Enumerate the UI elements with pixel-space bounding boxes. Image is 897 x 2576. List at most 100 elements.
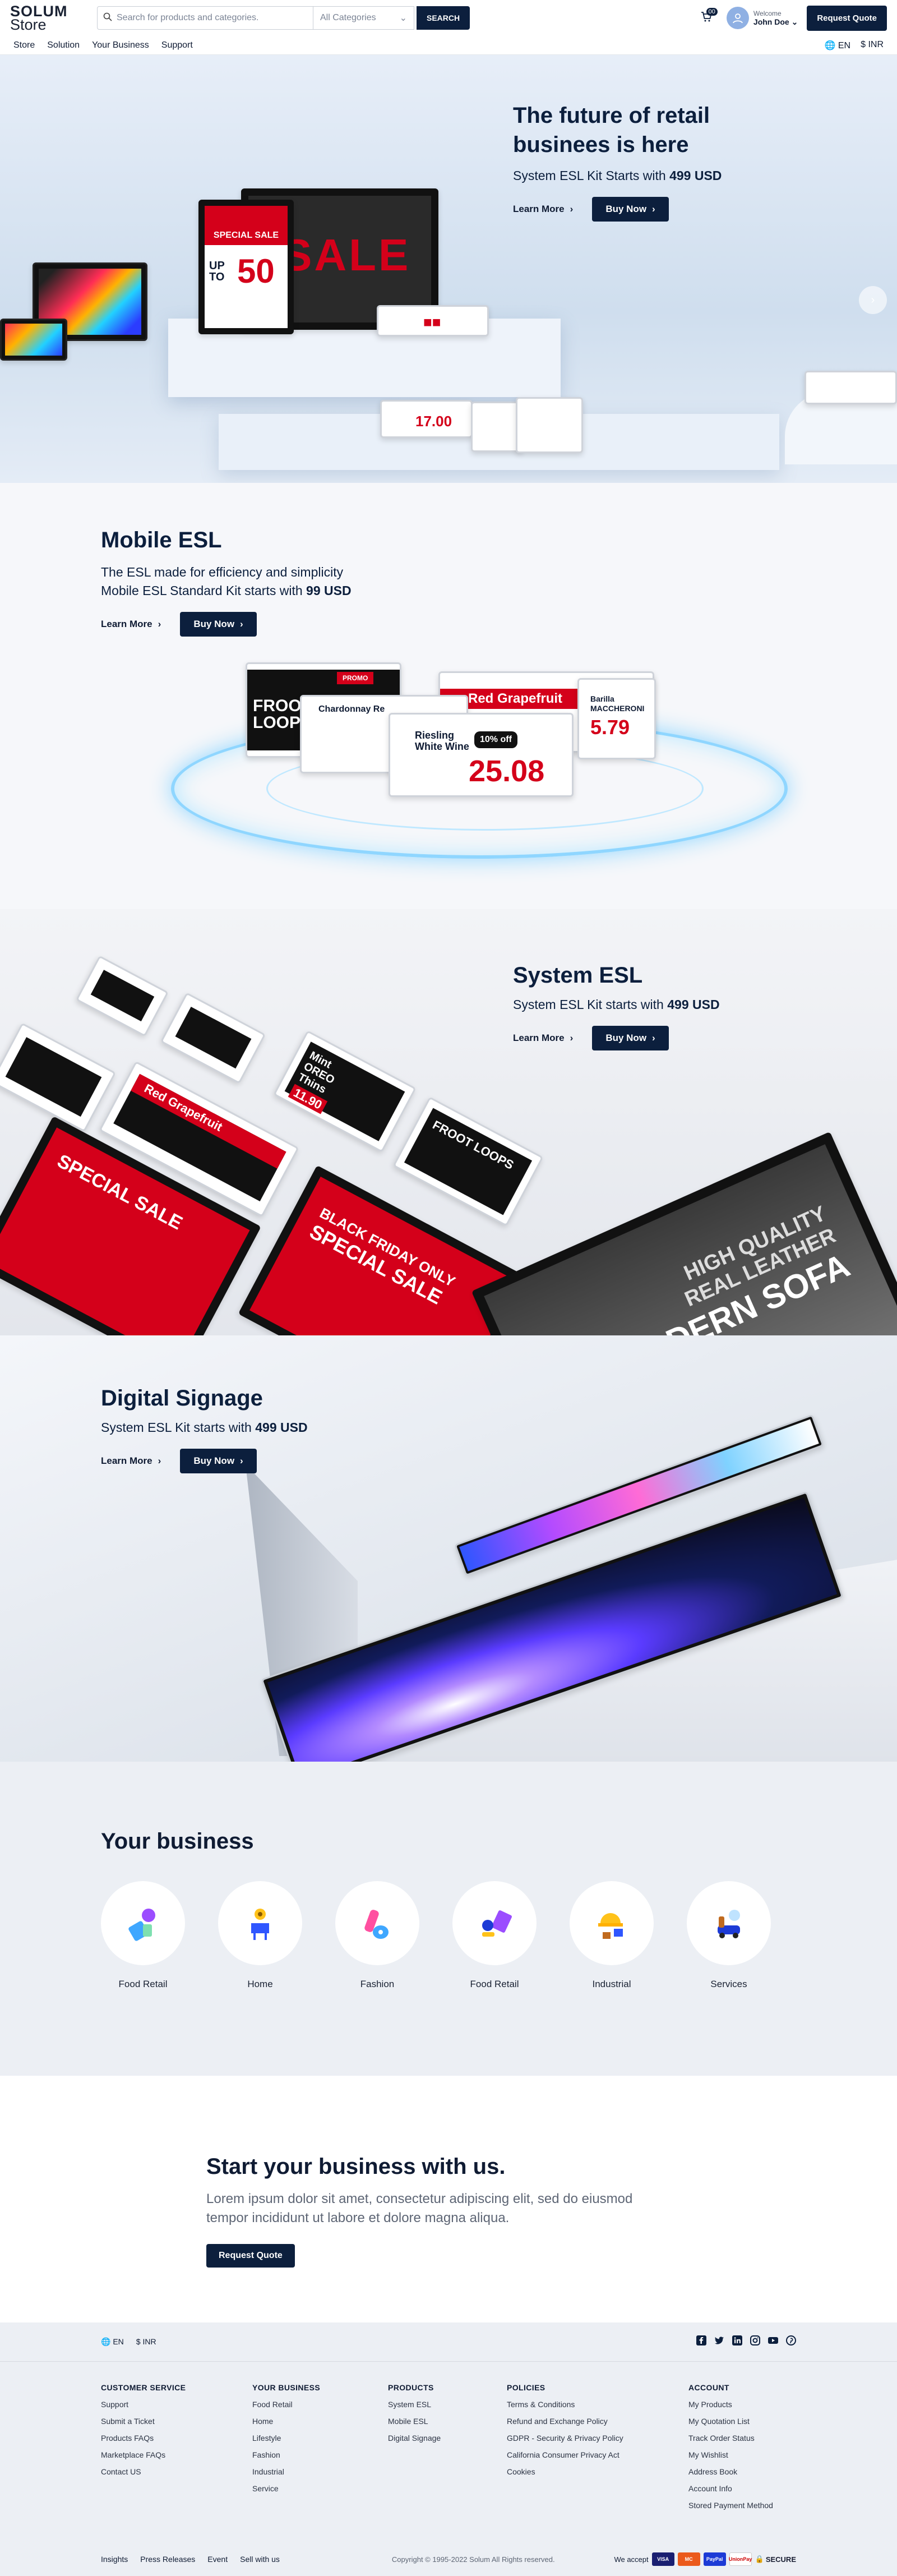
footer: 🌐 EN $ INR Customer Service Support Subm… [0,2322,897,2576]
search-button[interactable]: SEARCH [417,6,470,30]
twitter-icon[interactable] [714,2335,724,2348]
language-selector[interactable]: 🌐 EN [824,40,850,51]
linkedin-icon[interactable] [732,2335,742,2348]
footer-link[interactable]: Track Order Status [688,2434,801,2443]
footer-link[interactable]: Account Info [688,2484,801,2493]
globe-icon: 🌐 [824,40,836,50]
solum-store-logo[interactable]: SOLUM Store [10,3,89,33]
industrial-icon [570,1881,654,1965]
start-request-quote-button[interactable]: Request Quote [206,2244,295,2268]
chevron-right-icon: › [652,204,655,214]
slider-next-button[interactable]: › [859,286,887,314]
footer-link[interactable]: Stored Payment Method [688,2501,801,2510]
instagram-icon[interactable] [750,2335,760,2348]
system-esl-buy-now-button[interactable]: Buy Now › [592,1026,669,1050]
business-card-fashion[interactable]: Fashion [335,1881,419,1990]
footer-link[interactable]: Terms & Conditions [507,2400,688,2409]
nav-item-solution[interactable]: Solution [47,40,80,50]
footer-link[interactable]: Digital Signage [388,2434,507,2443]
system-esl-section: Mint OREO Thins 11.90 Red Grapefruit FRO… [0,909,897,1335]
footer-link[interactable]: Submit a Ticket [101,2417,252,2426]
digital-signage-buy-now-button[interactable]: Buy Now › [180,1449,257,1473]
footer-link[interactable]: Food Retail [252,2400,388,2409]
category-select[interactable]: All Categories ⌄ [313,6,414,30]
business-card-industrial[interactable]: Industrial [570,1881,654,1990]
footer-link[interactable]: System ESL [388,2400,507,2409]
nav-item-store[interactable]: Store [13,40,35,50]
cart-count-badge: 00 [706,8,718,16]
footer-link[interactable]: California Consumer Privacy Act [507,2450,688,2459]
footer-bottom-link[interactable]: Event [207,2555,228,2564]
footer-bottom-link[interactable]: Insights [101,2555,128,2564]
footer-link[interactable]: Industrial [252,2467,388,2476]
footer-link[interactable]: My Quotation List [688,2417,801,2426]
lock-icon: 🔒 [755,2555,764,2563]
hero-special-sale-display: SPECIAL SALE UP TO 50 [198,200,294,334]
nav-item-your-business[interactable]: Your Business [92,40,149,50]
footer-col-policies: Policies Terms & Conditions Refund and E… [507,2383,688,2518]
footer-bottom-link[interactable]: Sell with us [240,2555,280,2564]
footer-link[interactable]: Lifestyle [252,2434,388,2443]
esl-product-4: Red Grapefruit [131,1073,286,1169]
footer-bottom-link[interactable]: Press Releases [140,2555,195,2564]
footer-link[interactable]: Home [252,2417,388,2426]
mobile-esl-section: Mobile ESL The ESL made for efficiency a… [0,483,897,909]
search-bar: Search for products and categories. All … [97,6,470,30]
currency-value: INR [868,39,884,49]
esl-tag-riesling: Riesling White Wine 10% off 25.08 [389,713,574,797]
business-card-food-retail-2[interactable]: Food Retail [452,1881,537,1990]
esl-tag-froot-loops: FROOT LOOPS [392,1096,544,1227]
business-card-services[interactable]: Services [687,1881,771,1990]
footer-language-selector[interactable]: 🌐 EN [101,2337,124,2347]
hero-learn-more-link[interactable]: Learn More › [513,204,573,215]
system-esl-learn-more-link[interactable]: Learn More › [513,1033,573,1044]
nav-item-support[interactable]: Support [161,40,193,50]
footer-link[interactable]: My Wishlist [688,2450,801,2459]
esl-product-1: Riesling White Wine [415,730,469,752]
footer-link[interactable]: Marketplace FAQs [101,2450,252,2459]
footer-link[interactable]: GDPR - Security & Privacy Policy [507,2434,688,2443]
start-body: Lorem ipsum dolor sit amet, consectetur … [206,2191,633,2225]
business-card-food-retail[interactable]: Food Retail [101,1881,185,1990]
footer-link[interactable]: Refund and Exchange Policy [507,2417,688,2426]
top-header: SOLUM Store Search for products and cate… [0,0,897,36]
digital-signage-title: Digital Signage [101,1386,263,1411]
hero-buy-now-button[interactable]: Buy Now › [592,197,669,222]
search-input[interactable]: Search for products and categories. [97,6,313,30]
esl-up-to: UP TO [209,259,225,283]
footer-link[interactable]: Address Book [688,2467,801,2476]
user-menu[interactable]: Welcome John Doe ⌄ [726,7,798,29]
footer-link[interactable]: Service [252,2484,388,2493]
cart-button[interactable]: 00 [695,7,718,29]
hero-price-label: ■■ [377,305,489,337]
globe-icon: 🌐 [101,2337,111,2346]
currency-selector[interactable]: $ INR [861,40,884,51]
logo-line2: Store [10,16,47,33]
mobile-esl-learn-more-link[interactable]: Learn More › [101,619,161,630]
business-card-label: Industrial [592,1979,631,1989]
footer-bottom: Insights Press Releases Event Sell with … [0,2542,897,2576]
digital-signage-learn-more-link[interactable]: Learn More › [101,1455,161,1467]
youtube-icon[interactable] [768,2335,778,2348]
pinterest-icon[interactable] [786,2335,796,2348]
system-esl-title: System ESL [513,963,643,988]
business-card-label: Fashion [360,1979,395,1989]
mobile-esl-buy-now-button[interactable]: Buy Now › [180,611,257,637]
esl-promo: PROMO [337,672,374,684]
business-card-home[interactable]: Home [218,1881,302,1990]
system-esl-copy: System ESL System ESL Kit starts with 49… [513,963,720,1050]
esl-froot-loops: FROOT LOOPS [404,1108,533,1215]
footer-link[interactable]: Cookies [507,2467,688,2476]
payment-methods: We accept VISA MC PayPal UnionPay 🔒 SECUR… [614,2552,796,2566]
footer-currency-selector[interactable]: $ INR [136,2337,156,2347]
facebook-icon[interactable] [696,2335,706,2348]
footer-link[interactable]: Support [101,2400,252,2409]
request-quote-button[interactable]: Request Quote [807,5,887,31]
footer-link[interactable]: Products FAQs [101,2434,252,2443]
footer-link[interactable]: Fashion [252,2450,388,2459]
footer-link[interactable]: Mobile ESL [388,2417,507,2426]
footer-link[interactable]: My Products [688,2400,801,2409]
secure-badge: 🔒 SECURE [755,2555,796,2564]
hero-price-label: 17.00 [380,400,473,438]
footer-link[interactable]: Contact US [101,2467,252,2476]
